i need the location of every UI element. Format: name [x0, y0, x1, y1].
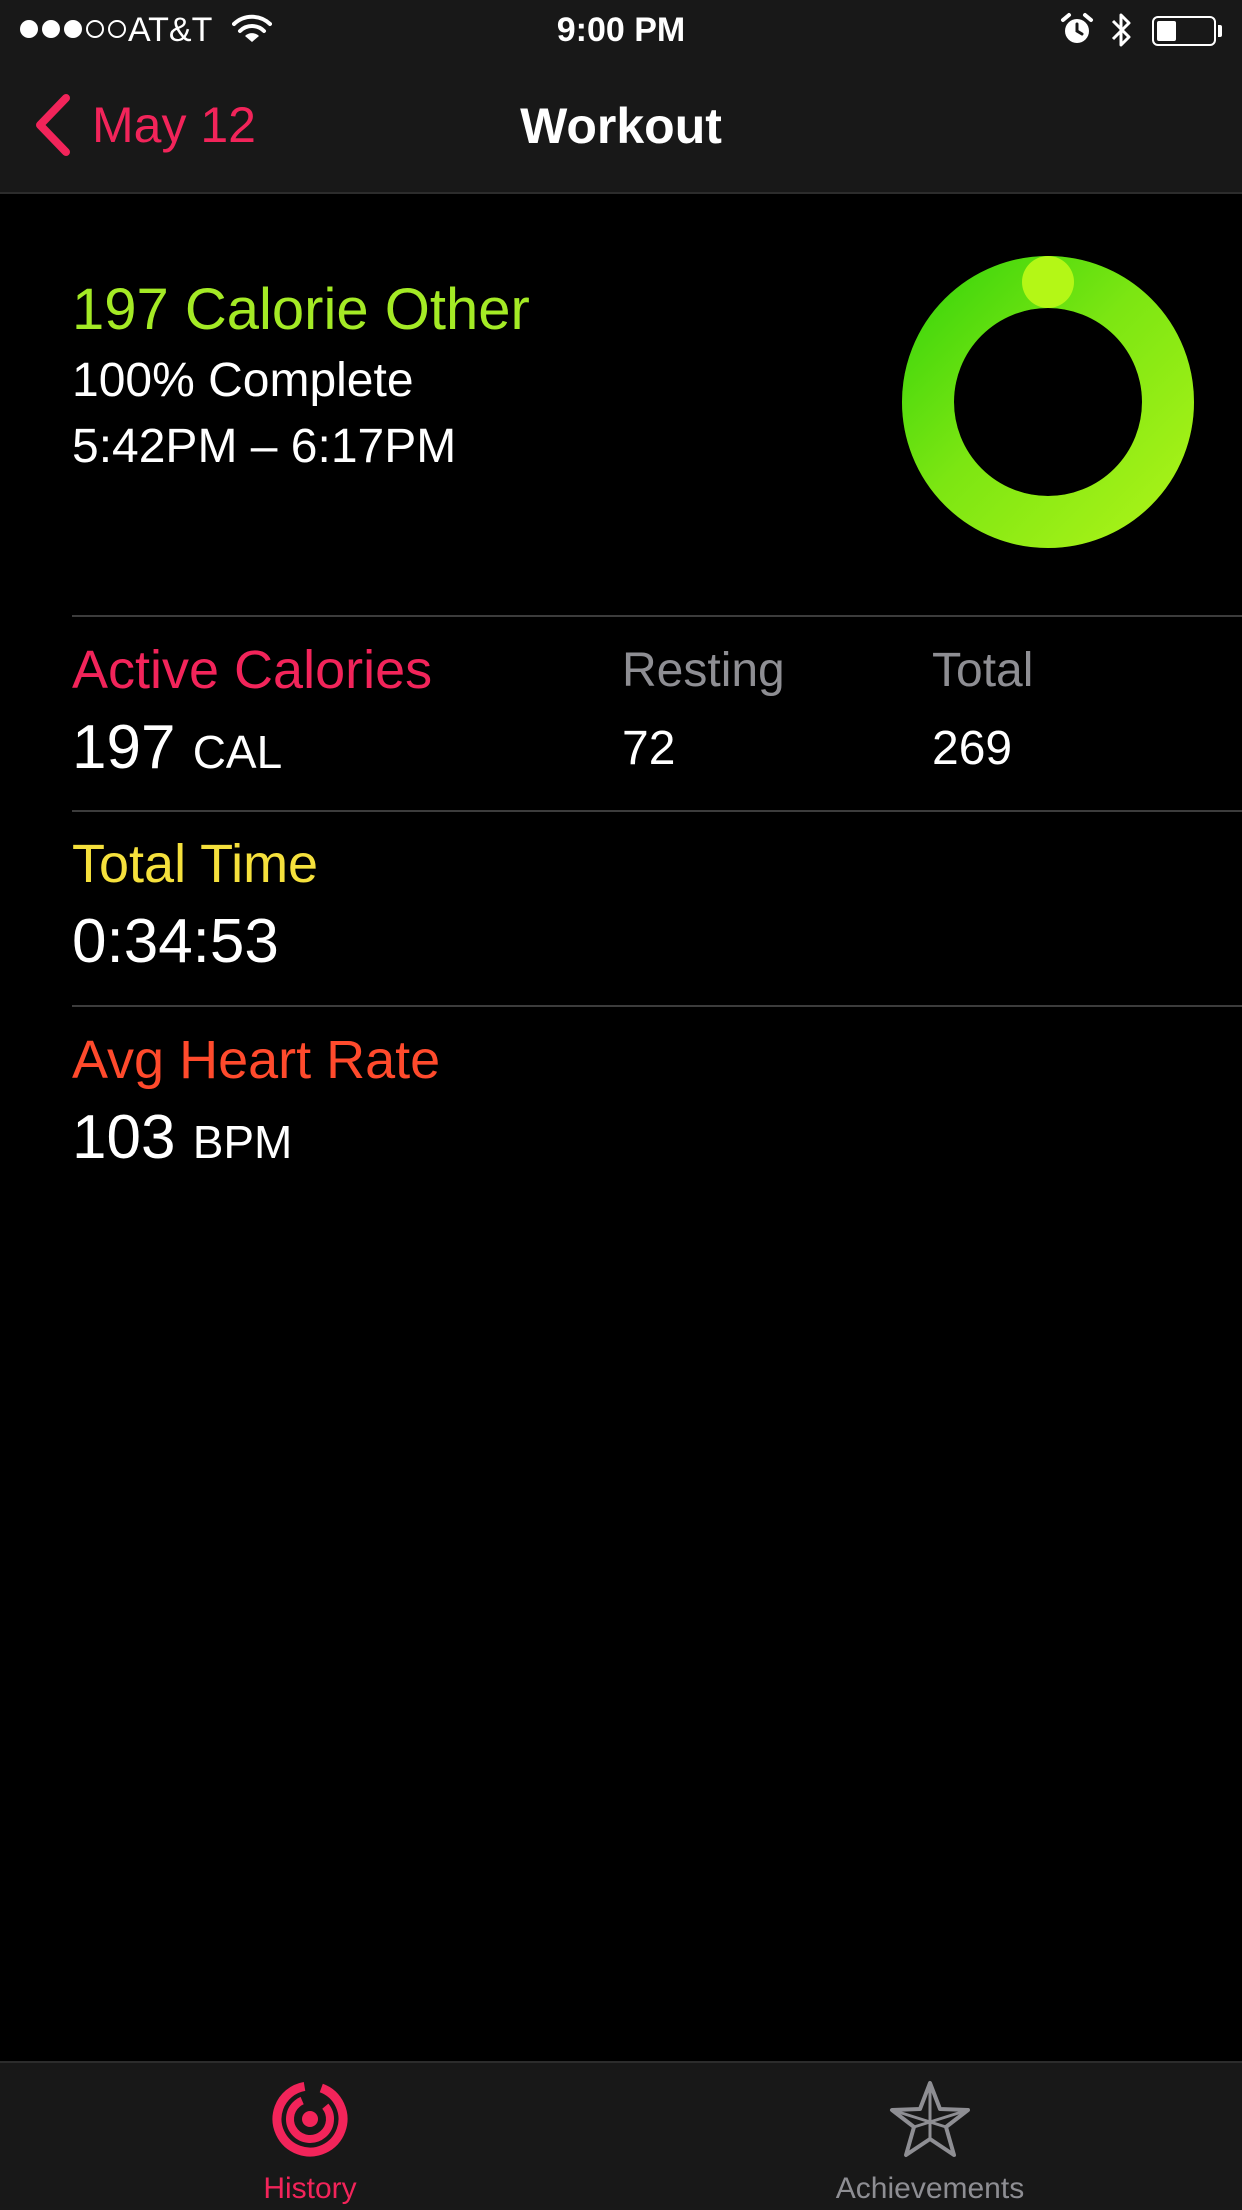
- avg-heart-rate-label: Avg Heart Rate: [72, 1030, 441, 1090]
- tab-history-label: History: [263, 2172, 357, 2205]
- workout-time-range: 5:42PM – 6:17PM: [72, 420, 457, 473]
- alarm-icon: [1060, 12, 1094, 51]
- workout-summary-title: 197 Calorie Other: [72, 277, 530, 342]
- avg-heart-rate-value: 103 BPM: [72, 1102, 292, 1178]
- bluetooth-icon: [1108, 10, 1136, 55]
- avg-heart-rate-unit: BPM: [192, 1116, 293, 1168]
- battery-icon: [1152, 16, 1216, 46]
- tab-achievements[interactable]: Achievements: [780, 2063, 1080, 2210]
- active-calories-label: Active Calories: [72, 640, 433, 700]
- divider: [72, 1005, 1242, 1007]
- active-calories-number: 197: [72, 713, 176, 782]
- total-time-value: 0:34:53: [72, 907, 279, 976]
- tab-history[interactable]: History: [160, 2063, 460, 2210]
- resting-calories-value: 72: [622, 722, 676, 775]
- move-ring-icon: [902, 256, 1194, 548]
- history-icon: [160, 2079, 460, 2159]
- active-calories-unit: CAL: [192, 726, 283, 778]
- tab-achievements-label: Achievements: [835, 2172, 1025, 2205]
- total-calories-label: Total: [932, 644, 1034, 697]
- total-time-label: Total Time: [72, 834, 319, 894]
- ring-cap: [1022, 256, 1074, 308]
- avg-heart-rate-number: 103: [72, 1103, 176, 1172]
- battery-tip: [1218, 25, 1222, 37]
- resting-calories-label: Resting: [622, 644, 785, 697]
- active-calories-value: 197 CAL: [72, 712, 282, 788]
- divider: [72, 810, 1242, 812]
- tab-bar: History Achievements: [0, 2061, 1242, 2210]
- battery-fill: [1157, 21, 1177, 41]
- ring-progress: [902, 256, 1194, 548]
- status-time: 9:00 PM: [556, 11, 686, 49]
- star-icon: [780, 2079, 1080, 2159]
- status-bar: AT&T 9:00 PM: [0, 0, 1242, 60]
- workout-progress-text: 100% Complete: [72, 354, 414, 407]
- page-title: Workout: [520, 98, 722, 154]
- top-bar: AT&T 9:00 PM May 12 Workout: [0, 0, 1242, 194]
- divider: [72, 615, 1242, 617]
- total-calories-value: 269: [932, 722, 1013, 775]
